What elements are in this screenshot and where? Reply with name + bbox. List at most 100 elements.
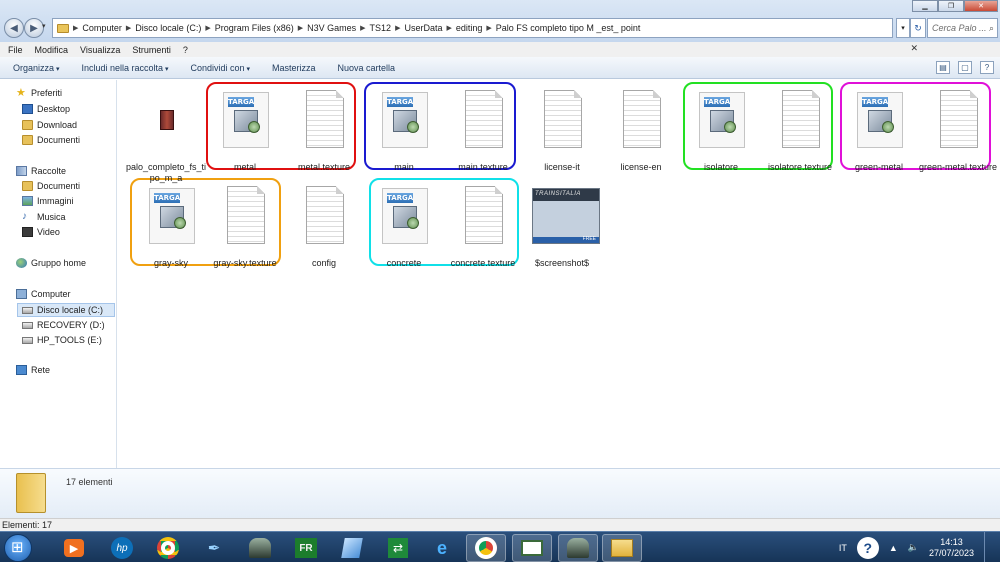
file-item-main-texture[interactable]: main.texture (447, 86, 519, 178)
sidebar-item-music[interactable]: ♪ Musica (22, 211, 66, 223)
language-indicator[interactable]: IT (839, 543, 847, 553)
address-bar[interactable]: ▶ Computer ▶ Disco locale (C:) ▶ Program F… (52, 18, 893, 38)
sidebar-item-network[interactable]: Rete (16, 365, 50, 375)
taskbar-chrome[interactable] (148, 534, 188, 562)
taskbar-trainz-1[interactable] (240, 534, 280, 562)
file-item-config[interactable]: config (288, 182, 360, 274)
preview-pane-button[interactable]: ▢ (958, 61, 972, 74)
breadcrumb-userdata[interactable]: UserData ▶ (404, 23, 451, 33)
refresh-icon: ↻ (914, 22, 922, 33)
close-button[interactable]: ✕ (964, 0, 998, 12)
menu-view[interactable]: Visualizza (80, 45, 120, 55)
show-desktop-button[interactable] (984, 532, 994, 562)
taskbar-trainz-2[interactable] (558, 534, 598, 562)
minimize-button[interactable]: ▁ (912, 0, 938, 12)
breadcrumb-n3v-games[interactable]: N3V Games ▶ (307, 23, 365, 33)
address-dropdown-icon[interactable]: ▾ (896, 18, 910, 38)
sidebar-item-computer[interactable]: Computer (16, 289, 71, 299)
back-button[interactable]: ◀ (4, 18, 24, 38)
file-item-green-metal[interactable]: TARGA green-metal (843, 86, 915, 178)
chevron-right-icon: ▶ (360, 25, 366, 32)
taskbar-explorer[interactable] (602, 534, 642, 562)
taskbar-chrome-2[interactable] (466, 534, 506, 562)
file-item-isolatore-texture[interactable]: isolatore.texture (764, 86, 836, 178)
breadcrumb-drive-c[interactable]: Disco locale (C:) ▶ (135, 23, 210, 33)
breadcrumb-computer[interactable]: Computer ▶ (82, 23, 131, 33)
folder-icon (57, 23, 69, 33)
taskbar-app-green-arrows[interactable]: ⇄ (378, 534, 418, 562)
file-item-gray-sky-texture[interactable]: gray-sky.texture (209, 182, 281, 274)
media-player-icon: ▶ (64, 539, 84, 557)
sidebar-item-images[interactable]: Immagini (22, 196, 74, 206)
menu-help[interactable]: ? (183, 45, 188, 55)
sidebar-item-homegroup[interactable]: Gruppo home (16, 258, 86, 268)
music-note-icon: ♪ (22, 211, 27, 222)
file-item-main[interactable]: TARGA main (368, 86, 440, 178)
sidebar-item-video[interactable]: Video (22, 227, 60, 237)
sidebar-item-libraries[interactable]: Raccolte (16, 166, 66, 176)
help-button[interactable]: ? (980, 61, 994, 74)
include-in-library-button[interactable]: Includi nella raccolta (82, 63, 169, 73)
search-input[interactable]: Cerca Palo ... ⌕ (927, 18, 998, 38)
file-item-gray-sky[interactable]: TARGA gray-sky (135, 182, 207, 274)
breadcrumb-current-folder[interactable]: Palo FS completo tipo M _est_ point (496, 23, 641, 33)
taskbar-app-blue[interactable] (332, 534, 372, 562)
file-item-isolatore[interactable]: TARGA isolatore (685, 86, 757, 178)
organize-button[interactable]: Organizza (13, 63, 60, 73)
menu-file[interactable]: File (8, 45, 23, 55)
volume-icon[interactable]: 🔈 (908, 542, 919, 553)
breadcrumb-editing[interactable]: editing ▶ (456, 23, 492, 33)
breadcrumb-separator-icon[interactable]: ▶ (73, 24, 78, 32)
share-with-button[interactable]: Condividi con (191, 63, 251, 73)
sidebar-item-download[interactable]: Download (22, 120, 77, 130)
clock[interactable]: 14:13 27/07/2023 (929, 537, 974, 559)
burn-button[interactable]: Masterizza (272, 63, 316, 73)
text-file-icon (294, 182, 354, 250)
file-item-concrete[interactable]: TARGA concrete (368, 182, 440, 274)
taskbar-app-fr[interactable]: FR (286, 534, 326, 562)
view-controls: ▤ ▢ ? (936, 61, 994, 74)
file-item-metal-texture[interactable]: metal.texture (288, 86, 360, 178)
sidebar-item-drive-d[interactable]: RECOVERY (D:) (22, 320, 105, 330)
taskbar-hp[interactable]: hp (102, 534, 142, 562)
file-list: palo_completo_fs_tipo_m_a TARGA metal me… (118, 80, 1000, 468)
history-dropdown-icon[interactable]: ▾ (42, 22, 50, 32)
file-item-metal[interactable]: TARGA metal (209, 86, 281, 178)
chrome-icon (475, 537, 497, 559)
chrome-icon (157, 537, 179, 559)
taskbar-media-player[interactable]: ▶ (54, 534, 94, 562)
breadcrumb-program-files[interactable]: Program Files (x86) ▶ (215, 23, 303, 33)
taskbar-app-feather[interactable]: ✒ (194, 534, 234, 562)
sidebar-item-drive-c[interactable]: Disco locale (C:) (17, 303, 115, 317)
file-item-palo[interactable]: palo_completo_fs_tipo_m_a (126, 86, 206, 183)
maximize-button[interactable]: ❐ (938, 0, 964, 12)
file-item-license-it[interactable]: license-it (526, 86, 598, 178)
text-file-icon (294, 86, 354, 154)
file-item-screenshot[interactable]: TRAINSITALIA FREE $screenshot$ (526, 182, 600, 274)
refresh-button[interactable]: ↻ (910, 18, 926, 38)
download-folder-icon (22, 120, 33, 130)
change-view-button[interactable]: ▤ (936, 61, 950, 74)
breadcrumb-ts12[interactable]: TS12 ▶ (370, 23, 401, 33)
forward-button[interactable]: ▶ (24, 18, 44, 38)
help-tray-icon[interactable]: ? (856, 536, 879, 559)
start-button[interactable] (4, 534, 32, 562)
targa-image-icon: TARGA (141, 182, 201, 250)
file-item-concrete-texture[interactable]: concrete.texture (447, 182, 519, 274)
sidebar-item-drive-e[interactable]: HP_TOOLS (E:) (22, 335, 102, 345)
menu-tools[interactable]: Strumenti (132, 45, 171, 55)
sidebar-item-documents[interactable]: Documenti (22, 135, 80, 145)
taskbar-window-app[interactable] (512, 534, 552, 562)
menubar-close-icon[interactable]: ✕ (910, 43, 918, 54)
new-folder-button[interactable]: Nuova cartella (338, 63, 396, 73)
sidebar-item-favorites[interactable]: ★ Preferiti (16, 88, 62, 99)
tray-expand-icon[interactable]: ▲ (889, 543, 898, 553)
file-item-green-metal-texture[interactable]: green-metal.texture (919, 86, 997, 178)
file-item-license-en[interactable]: license-en (605, 86, 677, 178)
sidebar-item-desktop[interactable]: Desktop (22, 104, 70, 114)
text-file-icon (928, 86, 988, 154)
taskbar-internet-explorer[interactable]: e (422, 534, 462, 562)
sidebar-item-lib-documents[interactable]: Documenti (22, 181, 80, 191)
menu-edit[interactable]: Modifica (35, 45, 69, 55)
command-bar: Organizza Includi nella raccolta Condivi… (0, 57, 1000, 79)
